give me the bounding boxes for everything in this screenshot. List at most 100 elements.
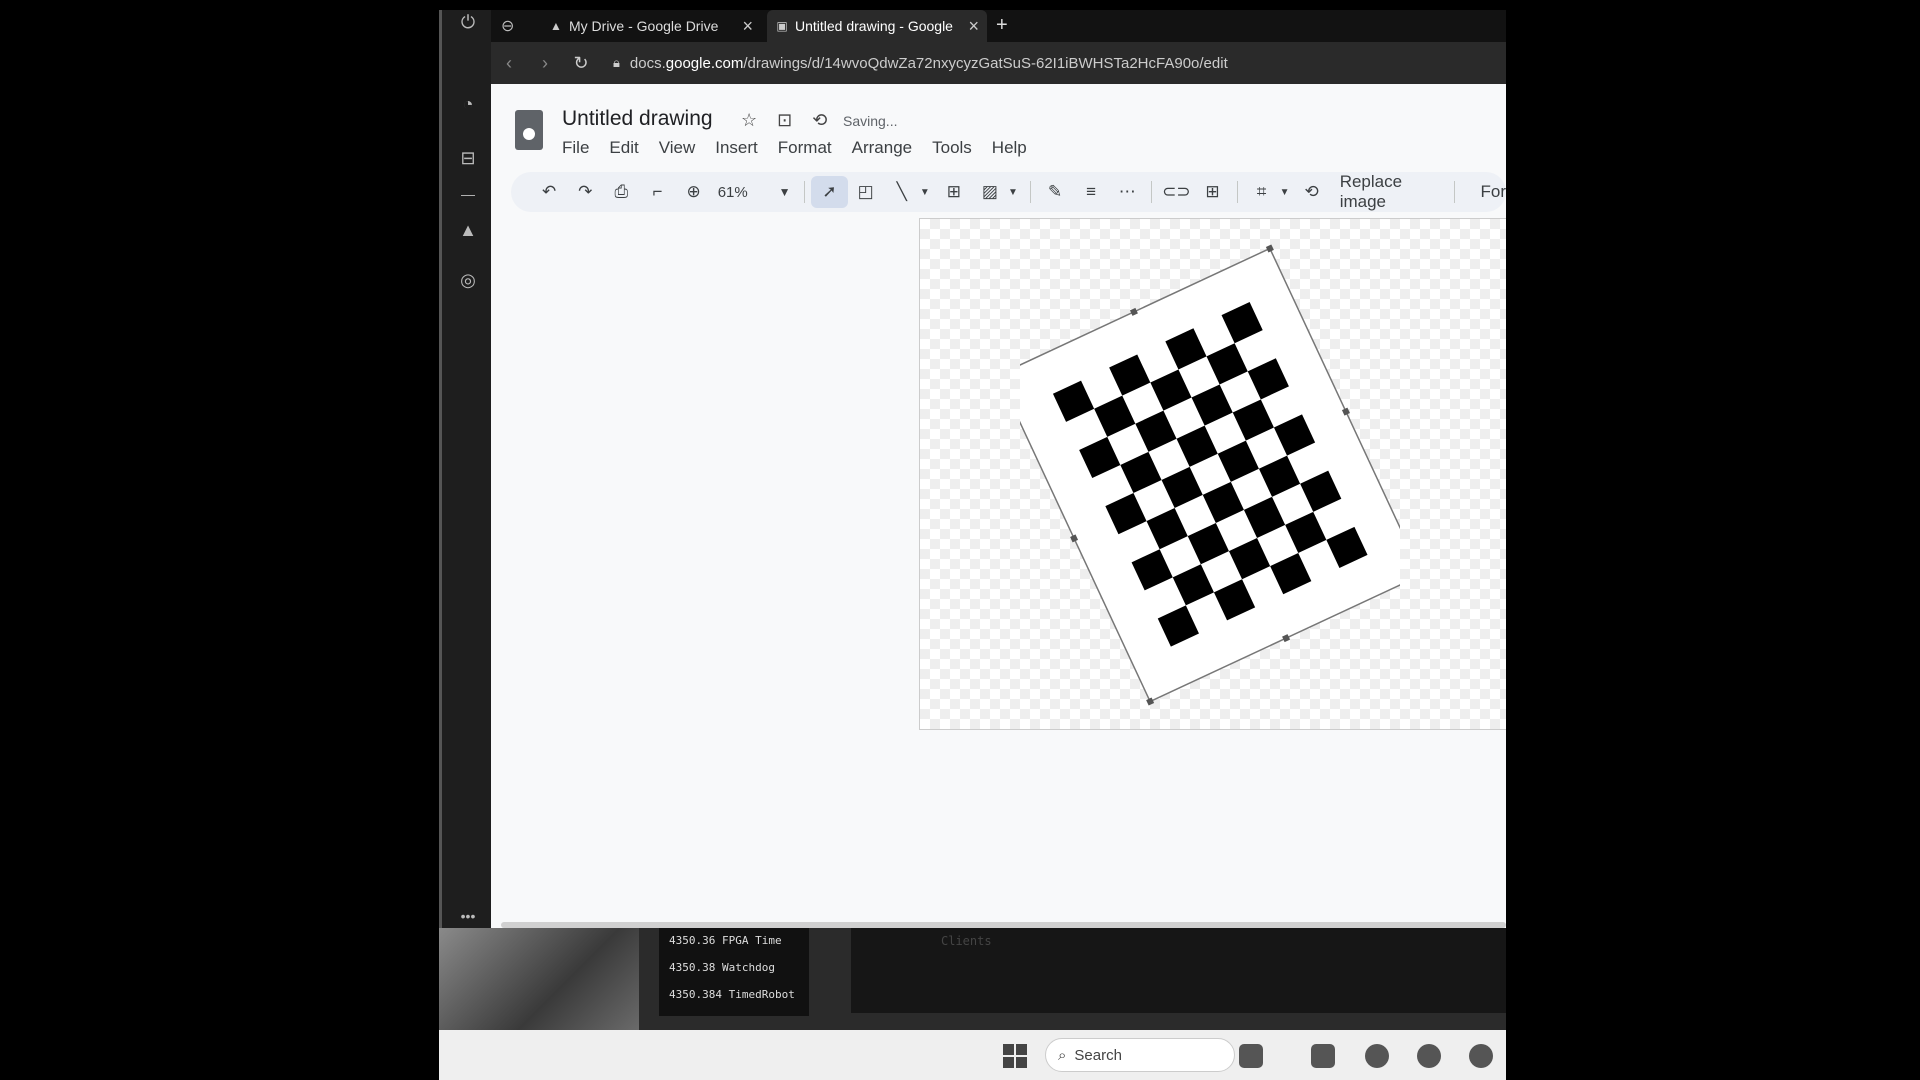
text-box-icon[interactable]: ⊞ bbox=[936, 182, 972, 202]
background-photo bbox=[439, 928, 639, 1030]
task-view-icon[interactable] bbox=[1311, 1044, 1335, 1068]
toolbar-divider bbox=[1029, 181, 1031, 203]
chrome-icon[interactable] bbox=[1469, 1044, 1493, 1068]
checkerboard-svg bbox=[993, 244, 1427, 706]
discord-icon[interactable] bbox=[1365, 1044, 1389, 1068]
chevron-down-icon[interactable]: ▼ bbox=[1008, 187, 1018, 198]
checkerboard-image[interactable] bbox=[993, 244, 1427, 706]
edge-icon[interactable] bbox=[1417, 1044, 1441, 1068]
tab-island-icon[interactable]: ⊖ bbox=[501, 16, 514, 36]
menu-help[interactable]: Help bbox=[992, 138, 1027, 158]
replace-image-button[interactable]: Replace image bbox=[1340, 172, 1448, 212]
reset-image-icon[interactable]: ⟲ bbox=[1294, 182, 1330, 202]
border-weight-icon[interactable]: ≡ bbox=[1073, 182, 1109, 202]
power-icon[interactable]: ⏻ bbox=[456, 10, 480, 34]
link-icon[interactable]: ⊂⊃ bbox=[1158, 182, 1194, 202]
shopping-bag-icon[interactable]: ⊟ bbox=[456, 146, 480, 170]
log-row: 4350.384 TimedRobot bbox=[669, 986, 799, 1013]
document-title[interactable]: Untitled drawing bbox=[562, 107, 713, 131]
comment-icon[interactable]: ⊞ bbox=[1194, 182, 1230, 202]
google-drive-icon: ▲ bbox=[550, 19, 562, 33]
tab-label: Untitled drawing - Google bbox=[795, 18, 953, 34]
menu-format[interactable]: Format bbox=[778, 138, 832, 158]
chevron-down-icon[interactable]: ▼ bbox=[920, 187, 930, 198]
shape-icon[interactable]: ◰ bbox=[848, 182, 884, 202]
google-drawings-app: Untitled drawing ☆ ⊡ ⟲ Saving... File Ed… bbox=[491, 84, 1506, 928]
tab-bar: ⊖ ▲ My Drive - Google Drive × ▣ Untitled… bbox=[491, 10, 1506, 42]
sync-icon: ⟲ bbox=[812, 110, 828, 130]
menu-bar: File Edit View Insert Format Arrange Too… bbox=[562, 138, 1027, 158]
redo-icon[interactable]: ↷ bbox=[567, 182, 603, 202]
url-field[interactable]: docs.google.com/drawings/d/14wvoQdwZa72n… bbox=[630, 55, 1228, 72]
border-dash-icon[interactable]: ⋯ bbox=[1109, 182, 1145, 202]
move-folder-icon[interactable]: ⊡ bbox=[777, 110, 792, 131]
log-label: Watchdog bbox=[721, 961, 775, 974]
toolbar-divider bbox=[1236, 181, 1238, 203]
taskbar: ⌕ Search bbox=[439, 1030, 1506, 1080]
url-prefix: docs. bbox=[629, 54, 666, 72]
taskbar-search[interactable]: ⌕ Search bbox=[1045, 1038, 1235, 1072]
log-label: FPGA Time bbox=[721, 934, 782, 947]
address-bar: ‹ › ↻ 🔒︎ docs.google.com/drawings/d/14wv… bbox=[491, 42, 1506, 84]
menu-file[interactable]: File bbox=[562, 138, 589, 158]
print-icon[interactable]: ⎙ bbox=[603, 182, 639, 202]
log-row: 4350.38 Watchdog bbox=[669, 959, 799, 986]
url-path: /drawings/d/14wvoQdwZa72nxycyzGatSuS-62I… bbox=[743, 54, 1228, 72]
menu-insert[interactable]: Insert bbox=[715, 138, 758, 158]
windows-start-icon[interactable] bbox=[1003, 1044, 1027, 1068]
zoom-select[interactable]: 61% bbox=[712, 184, 779, 201]
clients-label: Clients bbox=[941, 934, 992, 948]
format-options-button[interactable]: For bbox=[1481, 182, 1507, 202]
toolbar-divider bbox=[804, 181, 806, 203]
close-tab-icon[interactable]: × bbox=[968, 16, 979, 37]
toolbar-divider bbox=[1151, 181, 1153, 203]
canvas-area[interactable] bbox=[491, 218, 1506, 898]
new-tab-button[interactable]: + bbox=[996, 14, 1008, 37]
drawing-canvas[interactable] bbox=[919, 218, 1506, 730]
save-status: Saving... bbox=[843, 113, 898, 129]
reload-button[interactable]: ↻ bbox=[563, 53, 599, 74]
log-time: 4350.384 bbox=[669, 988, 722, 1001]
tab-label: My Drive - Google Drive bbox=[569, 18, 719, 34]
tab-untitled-drawing[interactable]: ▣ Untitled drawing - Google × bbox=[767, 10, 987, 42]
background-console-window: 4350.36 FPGA Time 4350.38 Watchdog 4350.… bbox=[439, 928, 1506, 1030]
paint-format-icon[interactable]: ⌐ bbox=[639, 182, 675, 202]
chatgpt-icon[interactable]: ◎ bbox=[456, 268, 480, 292]
search-label: Search bbox=[1074, 1046, 1122, 1064]
close-tab-icon[interactable]: × bbox=[742, 16, 753, 37]
browser-sidebar: ⏻ ◔ ⊟ — ▲ ◎ ••• bbox=[439, 10, 491, 928]
back-button[interactable]: ‹ bbox=[491, 53, 527, 74]
border-color-icon[interactable]: ✎ bbox=[1037, 182, 1073, 202]
search-icon: ⌕ bbox=[1058, 1046, 1067, 1064]
google-drawings-icon: ▣ bbox=[776, 19, 788, 33]
tab-my-drive[interactable]: ▲ My Drive - Google Drive × bbox=[541, 10, 761, 42]
url-domain: google.com bbox=[665, 54, 744, 72]
chevron-down-icon[interactable]: ▼ bbox=[1280, 187, 1290, 198]
forward-button[interactable]: › bbox=[527, 53, 563, 74]
image-icon[interactable]: ▨ bbox=[972, 182, 1008, 202]
log-time: 4350.36 bbox=[669, 934, 716, 947]
widgets-icon[interactable] bbox=[1239, 1044, 1263, 1068]
menu-view[interactable]: View bbox=[659, 138, 696, 158]
toolbar: ↶ ↷ ⎙ ⌐ ⊕ 61% ▼ ➚ ◰ ╲ ▼ ⊞ ▨ ▼ ✎ ≡ ⋯ ⊂⊃ ⊞… bbox=[511, 172, 1506, 212]
more-icon[interactable]: ••• bbox=[456, 904, 480, 928]
undo-icon[interactable]: ↶ bbox=[531, 182, 567, 202]
menu-arrange[interactable]: Arrange bbox=[852, 138, 912, 158]
select-icon[interactable]: ➚ bbox=[811, 176, 848, 208]
drawings-logo-icon[interactable] bbox=[515, 110, 543, 150]
speed-dial-icon[interactable]: ◔ bbox=[456, 92, 480, 116]
log-label: TimedRobot bbox=[728, 988, 795, 1001]
aria-icon[interactable]: ▲ bbox=[456, 218, 480, 242]
lock-icon[interactable]: 🔒︎ bbox=[613, 55, 620, 71]
log-time: 4350.38 bbox=[669, 961, 716, 974]
star-icon[interactable]: ☆ bbox=[741, 110, 757, 131]
chevron-down-icon[interactable]: ▼ bbox=[779, 185, 791, 199]
zoom-icon[interactable]: ⊕ bbox=[676, 182, 712, 202]
divider-icon: — bbox=[461, 186, 475, 202]
board-group bbox=[993, 244, 1427, 706]
menu-tools[interactable]: Tools bbox=[932, 138, 972, 158]
line-icon[interactable]: ╲ bbox=[884, 182, 920, 202]
crop-icon[interactable]: ⌗ bbox=[1244, 182, 1280, 202]
toolbar-divider bbox=[1453, 181, 1455, 203]
menu-edit[interactable]: Edit bbox=[609, 138, 638, 158]
